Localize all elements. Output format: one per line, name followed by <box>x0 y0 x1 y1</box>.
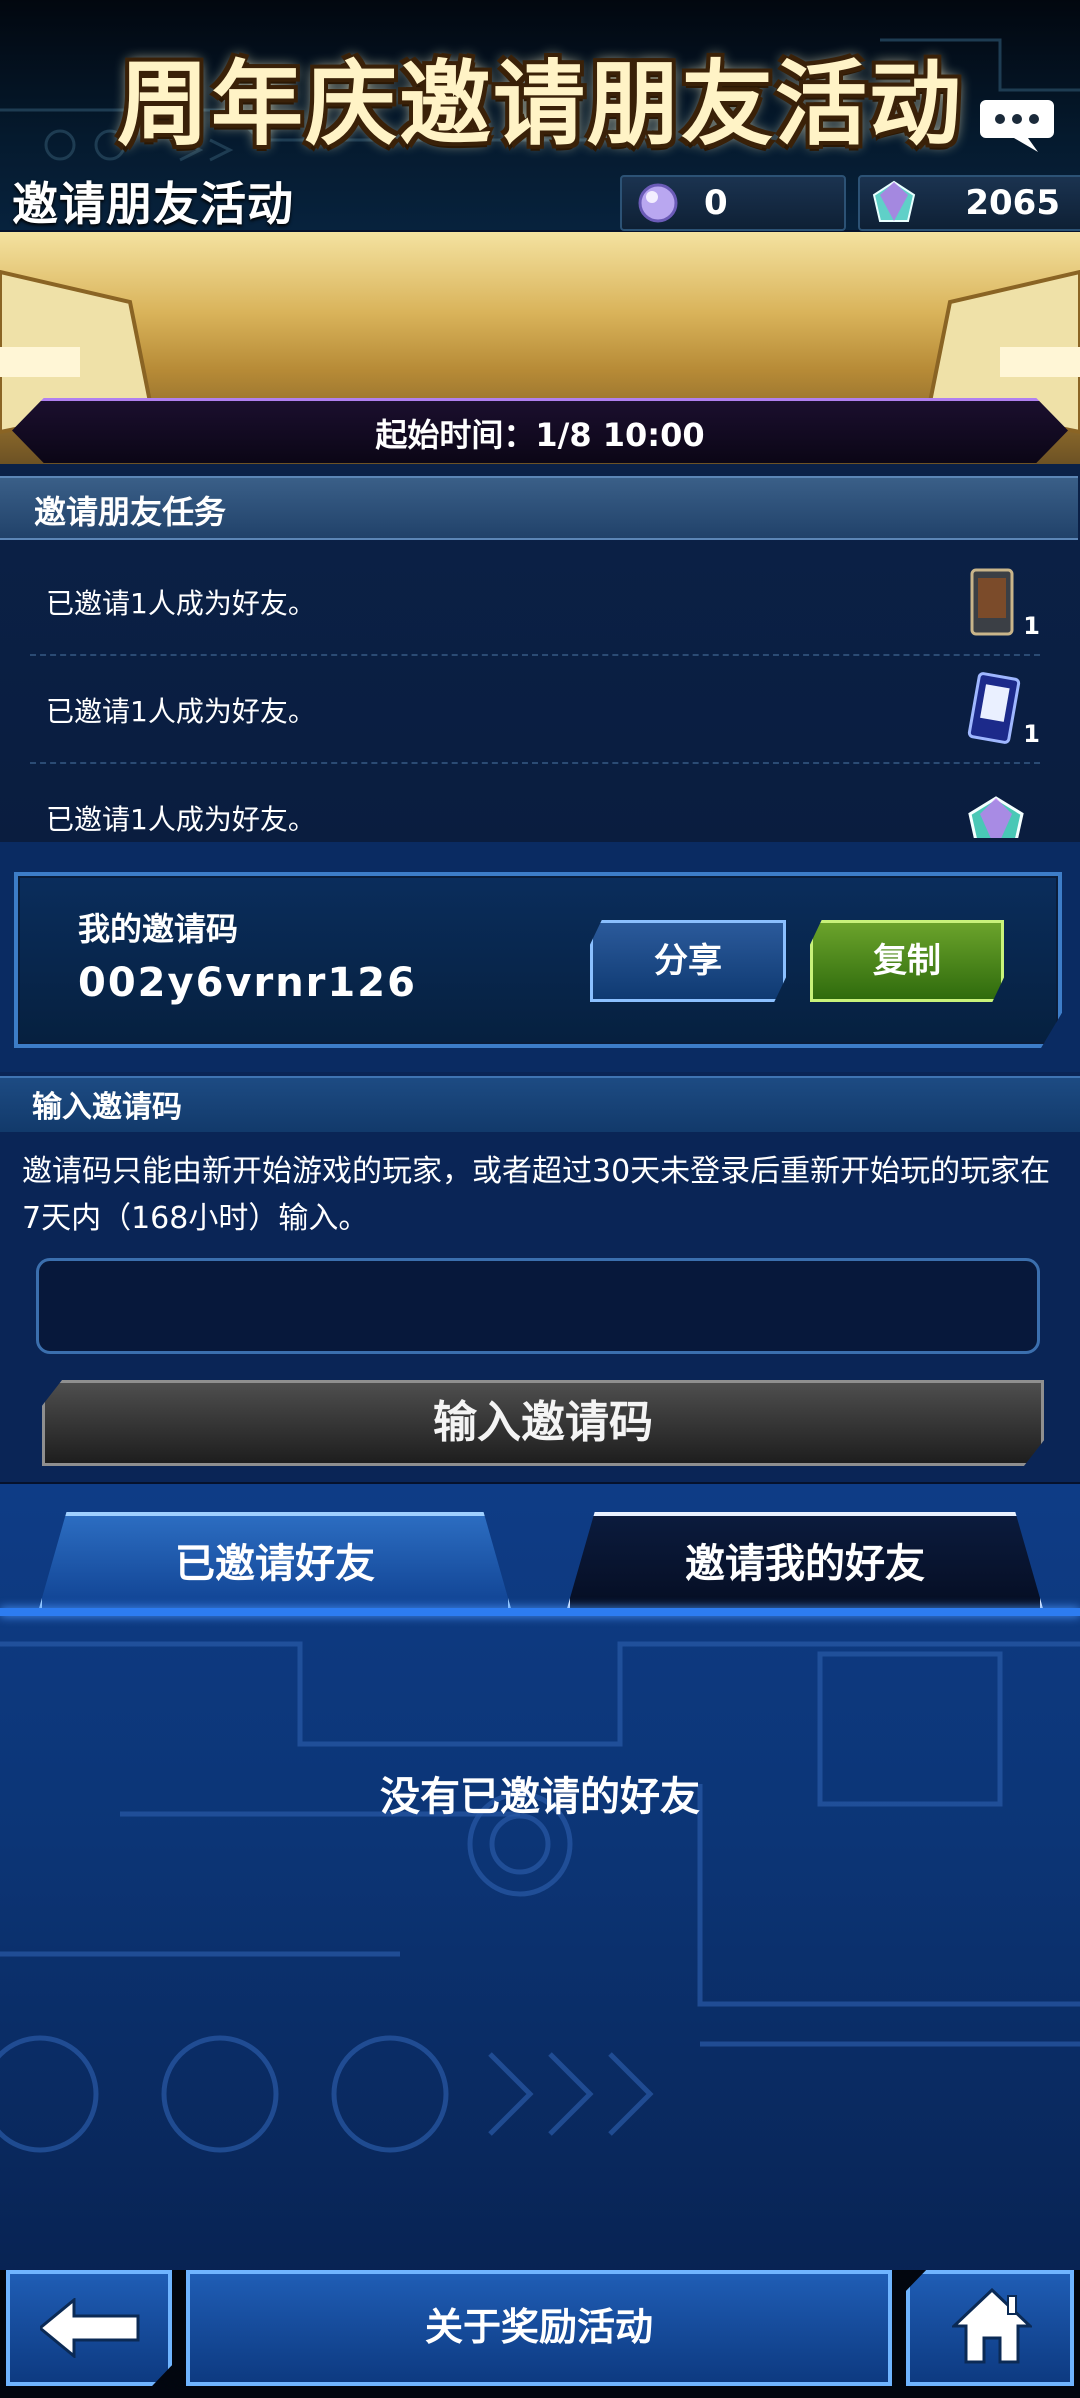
input-code-description: 邀请码只能由新开始游戏的玩家，或者超过30天未登录后重新开始玩的玩家在7天内（1… <box>22 1154 1051 1236</box>
gem-icon <box>968 796 1024 838</box>
orb-currency: 0 <box>620 175 846 231</box>
card-protector-icon <box>967 672 1021 744</box>
gem-icon <box>872 180 916 222</box>
gem-count: 2065 <box>965 183 1060 223</box>
start-time: 起始时间：1/8 10:00 <box>375 416 705 454</box>
arrow-left-icon <box>40 2298 140 2358</box>
task-row: 已邀请1人成为好友。 <box>30 764 1040 838</box>
invite-code-label: 我的邀请码 <box>78 910 239 948</box>
empty-list-message: 没有已邀请的好友 <box>380 1774 700 1820</box>
copy-button[interactable]: 复制 <box>810 920 1004 1002</box>
tasks-header-label: 邀请朋友任务 <box>34 493 227 531</box>
tab-friends-who-invited-me[interactable]: 邀请我的好友 <box>566 1512 1044 1612</box>
invite-code-input[interactable] <box>36 1258 1040 1354</box>
task-count: 1 <box>1023 612 1040 640</box>
home-button[interactable] <box>906 2270 1074 2386</box>
enter-code-button[interactable]: 输入邀请码 <box>42 1380 1044 1466</box>
tab-underline <box>0 1608 1080 1616</box>
task-row: 已邀请1人成为好友。 1 <box>30 548 1040 656</box>
tab-invited-friends[interactable]: 已邀请好友 <box>38 1512 512 1612</box>
task-row: 已邀请1人成为好友。 1 <box>30 656 1040 764</box>
orb-count: 0 <box>704 183 728 223</box>
page-title: 邀请朋友活动 <box>12 177 294 231</box>
orb-icon <box>638 183 678 223</box>
gem-currency: 2065 <box>858 175 1080 231</box>
input-code-header-label: 输入邀请码 <box>32 1090 182 1125</box>
home-icon <box>952 2288 1032 2364</box>
share-button[interactable]: 分享 <box>590 920 786 1002</box>
about-rewards-button[interactable]: 关于奖励活动 <box>186 2270 892 2386</box>
task-count: 1 <box>1023 720 1040 748</box>
task-text: 已邀请1人成为好友。 <box>46 695 316 728</box>
back-button[interactable] <box>6 2270 172 2386</box>
card-sleeve-icon <box>970 568 1014 636</box>
task-text: 已邀请1人成为好友。 <box>46 803 316 836</box>
invite-code-value: 002y6vrnr126 <box>78 960 417 1006</box>
task-text: 已邀请1人成为好友。 <box>46 587 316 620</box>
banner-title: 周年庆邀请朋友活动 <box>116 50 963 158</box>
